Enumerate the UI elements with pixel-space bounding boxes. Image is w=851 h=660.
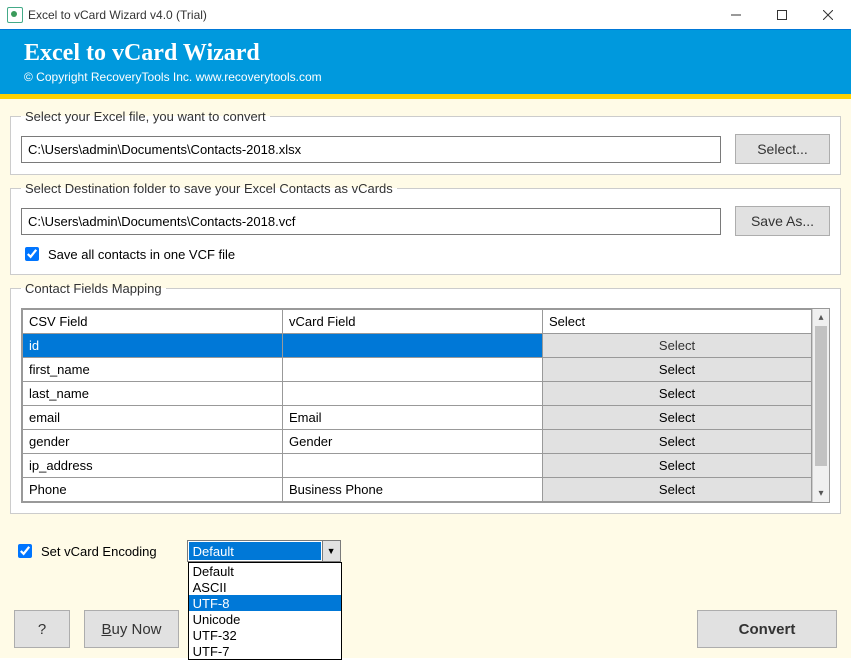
one-vcf-checkbox[interactable]	[25, 247, 39, 261]
csv-field-cell[interactable]: last_name	[23, 382, 283, 406]
encoding-checkbox[interactable]	[18, 544, 32, 558]
scroll-track[interactable]	[813, 326, 829, 485]
encoding-combo[interactable]: Default ▼ DefaultASCIIUTF-8UnicodeUTF-32…	[187, 540, 341, 562]
table-row[interactable]: emailEmailSelect	[23, 406, 812, 430]
scroll-down[interactable]: ▾	[813, 485, 829, 502]
table-row[interactable]: genderGenderSelect	[23, 430, 812, 454]
source-path-input[interactable]	[21, 136, 721, 163]
minimize-button[interactable]	[713, 0, 759, 29]
destination-legend: Select Destination folder to save your E…	[21, 181, 397, 196]
encoding-option[interactable]: UTF-7	[189, 643, 341, 659]
vcard-field-cell[interactable]: Gender	[283, 430, 543, 454]
row-select-button[interactable]: Select	[543, 406, 812, 430]
encoding-dropdown-list: DefaultASCIIUTF-8UnicodeUTF-32UTF-7	[188, 562, 342, 660]
vcard-field-cell[interactable]	[283, 382, 543, 406]
row-select-button[interactable]: Select	[543, 430, 812, 454]
scroll-thumb[interactable]	[815, 326, 827, 466]
table-scrollbar[interactable]: ▴ ▾	[812, 309, 829, 502]
encoding-label: Set vCard Encoding	[41, 544, 157, 559]
select-file-button[interactable]: Select...	[735, 134, 830, 164]
table-row[interactable]: first_name Select	[23, 358, 812, 382]
header-banner: Excel to vCard Wizard © Copyright Recove…	[0, 30, 851, 94]
copyright-text: © Copyright RecoveryTools Inc. www.recov…	[24, 70, 827, 84]
titlebar: Excel to vCard Wizard v4.0 (Trial)	[0, 0, 851, 30]
window-controls	[713, 0, 851, 29]
vcard-field-cell[interactable]: Business Phone	[283, 478, 543, 502]
table-row[interactable]: id Select	[23, 334, 812, 358]
source-legend: Select your Excel file, you want to conv…	[21, 109, 270, 124]
encoding-option[interactable]: UTF-32	[189, 627, 341, 643]
help-button[interactable]: ?	[14, 610, 70, 648]
csv-field-cell[interactable]: Phone	[23, 478, 283, 502]
encoding-option[interactable]: Unicode	[189, 611, 341, 627]
one-vcf-label: Save all contacts in one VCF file	[48, 247, 235, 262]
row-select-button[interactable]: Select	[543, 358, 812, 382]
encoding-option[interactable]: Default	[189, 563, 341, 579]
app-icon	[7, 7, 23, 23]
csv-field-cell[interactable]: id	[23, 334, 283, 358]
scroll-up[interactable]: ▴	[813, 309, 829, 326]
buy-now-button[interactable]: Buy Now	[84, 610, 179, 648]
save-as-button[interactable]: Save As...	[735, 206, 830, 236]
mapping-legend: Contact Fields Mapping	[21, 281, 166, 296]
row-select-button[interactable]: Select	[543, 454, 812, 478]
csv-field-cell[interactable]: ip_address	[23, 454, 283, 478]
row-select-button[interactable]: Select	[543, 334, 812, 358]
encoding-option[interactable]: ASCII	[189, 579, 341, 595]
csv-field-cell[interactable]: gender	[23, 430, 283, 454]
table-row[interactable]: PhoneBusiness PhoneSelect	[23, 478, 812, 502]
mapping-table: CSV Field vCard Field Select idSelectfir…	[21, 308, 830, 503]
destination-path-input[interactable]	[21, 208, 721, 235]
table-row[interactable]: last_name Select	[23, 382, 812, 406]
table-row[interactable]: ip_address Select	[23, 454, 812, 478]
mapping-group: Contact Fields Mapping CSV Field vCard F…	[10, 281, 841, 514]
header-csv[interactable]: CSV Field	[23, 310, 283, 334]
vcard-field-cell[interactable]	[283, 454, 543, 478]
chevron-down-icon[interactable]: ▼	[322, 541, 340, 561]
vcard-field-cell[interactable]	[283, 334, 543, 358]
header-select[interactable]: Select	[543, 310, 812, 334]
vcard-field-cell[interactable]	[283, 358, 543, 382]
source-group: Select your Excel file, you want to conv…	[10, 109, 841, 175]
maximize-button[interactable]	[759, 0, 805, 29]
csv-field-cell[interactable]: first_name	[23, 358, 283, 382]
table-header-row: CSV Field vCard Field Select	[23, 310, 812, 334]
app-title: Excel to vCard Wizard	[24, 40, 827, 67]
encoding-option[interactable]: UTF-8	[189, 595, 341, 611]
row-select-button[interactable]: Select	[543, 382, 812, 406]
encoding-selected: Default	[189, 542, 321, 560]
destination-group: Select Destination folder to save your E…	[10, 181, 841, 275]
window-title: Excel to vCard Wizard v4.0 (Trial)	[28, 8, 713, 22]
close-button[interactable]	[805, 0, 851, 29]
convert-button[interactable]: Convert	[697, 610, 837, 648]
vcard-field-cell[interactable]: Email	[283, 406, 543, 430]
header-vcard[interactable]: vCard Field	[283, 310, 543, 334]
row-select-button[interactable]: Select	[543, 478, 812, 502]
csv-field-cell[interactable]: email	[23, 406, 283, 430]
